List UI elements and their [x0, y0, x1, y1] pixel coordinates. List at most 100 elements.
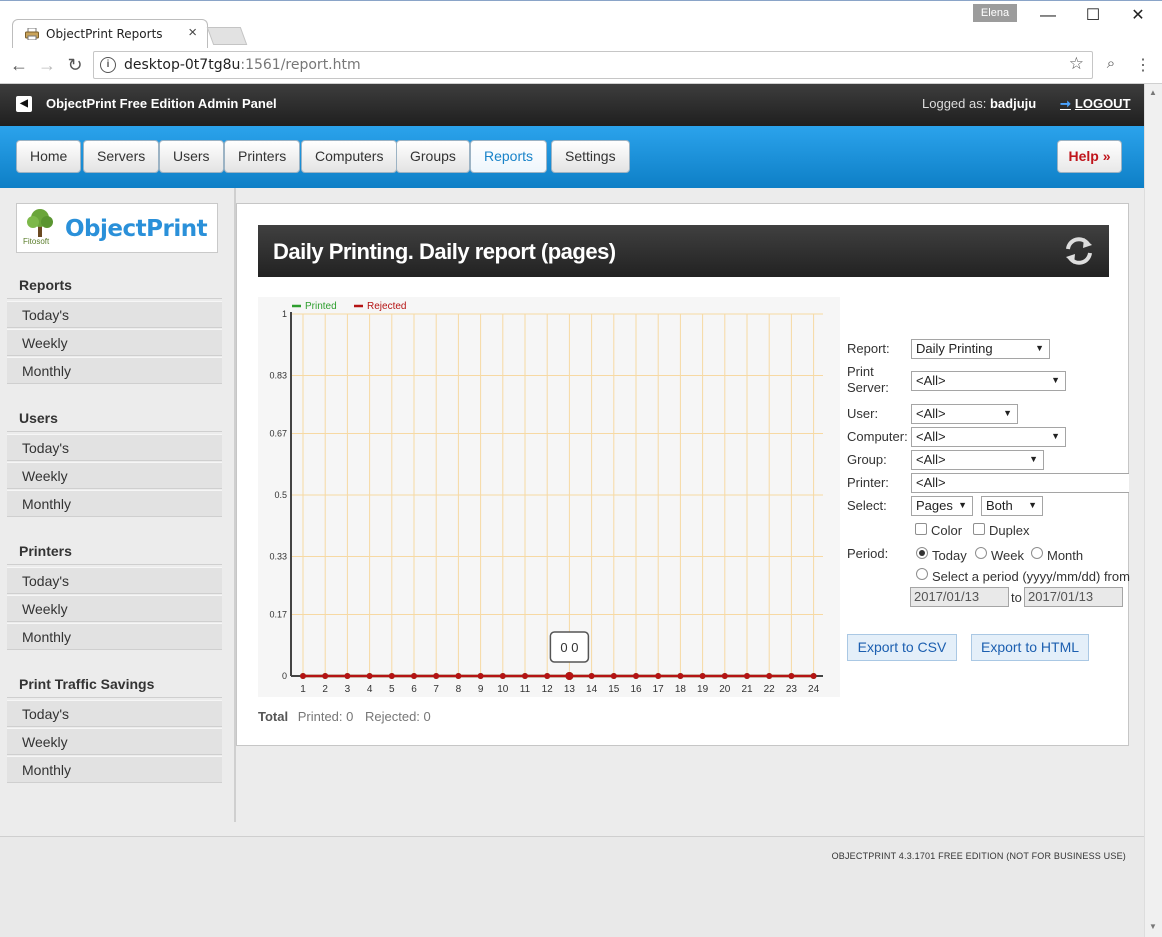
- scroll-down-icon[interactable]: ▼: [1149, 922, 1157, 931]
- bookmark-star-icon[interactable]: ☆: [1069, 54, 1084, 74]
- totals: Total Printed: 0 Rejected: 0: [258, 709, 439, 724]
- nav-home[interactable]: Home: [16, 140, 82, 173]
- date-from-input[interactable]: 2017/01/13: [910, 587, 1009, 607]
- url-path: :1561/report.htm: [240, 57, 361, 73]
- info-icon[interactable]: i: [100, 57, 116, 73]
- duplex-checkbox[interactable]: [973, 523, 985, 535]
- nav-users[interactable]: Users: [159, 140, 224, 173]
- period-custom-radio[interactable]: [916, 568, 928, 580]
- unit-select[interactable]: Pages ▼: [911, 496, 973, 516]
- nav-groups[interactable]: Groups: [396, 140, 470, 173]
- sidebar-printers-monthly[interactable]: Monthly: [7, 623, 222, 650]
- nav-servers[interactable]: Servers: [83, 140, 160, 173]
- dropdown-caret-icon: ▼: [1051, 375, 1060, 385]
- logo-text: ObjectPrint: [65, 216, 208, 242]
- dropdown-caret-icon: ▼: [1035, 343, 1044, 353]
- nav-computers[interactable]: Computers: [301, 140, 398, 173]
- tab-title: ObjectPrint Reports: [46, 27, 163, 41]
- data-point-rejected: [677, 673, 684, 679]
- data-point-rejected: [766, 673, 773, 679]
- data-point-rejected: [544, 673, 551, 679]
- refresh-icon[interactable]: [1063, 235, 1095, 267]
- back-arrow-icon[interactable]: ←: [8, 55, 30, 76]
- divider: [7, 564, 222, 565]
- page-scrollbar[interactable]: ▲ ▼: [1144, 84, 1162, 937]
- report-label: Report:: [847, 341, 890, 356]
- divider: [7, 697, 222, 698]
- section-printers: Printers: [19, 543, 72, 559]
- total-rejected: Rejected: 0: [365, 709, 431, 724]
- sidebar-users-today[interactable]: Today's: [7, 434, 222, 461]
- print-server-select[interactable]: <All> ▼: [911, 371, 1066, 391]
- period-week-radio[interactable]: [975, 547, 987, 559]
- export-html-button[interactable]: Export to HTML: [971, 634, 1089, 661]
- close-window-icon[interactable]: ✕: [1115, 1, 1161, 31]
- printer-select[interactable]: <All>: [911, 473, 1129, 493]
- zoom-search-icon[interactable]: ⌕: [1100, 55, 1122, 72]
- data-point-rejected: [366, 673, 373, 679]
- period-month-radio[interactable]: [1031, 547, 1043, 559]
- minimize-icon[interactable]: —: [1025, 1, 1071, 31]
- user-select[interactable]: <All> ▼: [911, 404, 1018, 424]
- printer-label: Printer:: [847, 475, 889, 490]
- x-tick-label: 15: [608, 684, 620, 695]
- sidebar-reports-monthly[interactable]: Monthly: [7, 357, 222, 384]
- sidebar-savings-monthly[interactable]: Monthly: [7, 756, 222, 783]
- url-host: desktop-0t7tg8u: [124, 57, 241, 73]
- status-select[interactable]: Both ▼: [981, 496, 1043, 516]
- computer-label: Computer:: [847, 429, 908, 444]
- computer-select-value: <All>: [916, 429, 946, 444]
- url-field[interactable]: i desktop-0t7tg8u:1561/report.htm ☆: [93, 51, 1093, 79]
- x-tick-label: 11: [520, 684, 531, 695]
- sidebar-users-weekly[interactable]: Weekly: [7, 462, 222, 489]
- reload-icon[interactable]: ↻: [64, 55, 86, 76]
- user-select-value: <All>: [916, 406, 946, 421]
- new-tab-button[interactable]: [206, 27, 248, 45]
- report-select-value: Daily Printing: [916, 341, 993, 356]
- x-tick-label: 17: [653, 684, 665, 695]
- y-tick-label: 0.83: [269, 371, 287, 381]
- sidebar-savings-weekly[interactable]: Weekly: [7, 728, 222, 755]
- nav-settings[interactable]: Settings: [551, 140, 630, 173]
- sidebar-printers-today[interactable]: Today's: [7, 567, 222, 594]
- logout-link[interactable]: ➞ LOGOUT: [1060, 96, 1131, 112]
- help-button[interactable]: Help »: [1057, 140, 1122, 173]
- status-select-value: Both: [986, 498, 1013, 513]
- sidebar-users-monthly[interactable]: Monthly: [7, 490, 222, 517]
- period-today-radio[interactable]: [916, 547, 928, 559]
- period-custom-label: Select a period (yyyy/mm/dd) from: [932, 569, 1130, 584]
- x-tick-label: 20: [719, 684, 731, 695]
- sidebar: Fitosoft ObjectPrint Reports Today's Wee…: [0, 188, 236, 822]
- nav-printers[interactable]: Printers: [224, 140, 301, 173]
- sidebar-savings-today[interactable]: Today's: [7, 700, 222, 727]
- x-tick-label: 22: [764, 684, 776, 695]
- sidebar-reports-today[interactable]: Today's: [7, 301, 222, 328]
- computer-select[interactable]: <All> ▼: [911, 427, 1066, 447]
- section-reports: Reports: [19, 277, 72, 293]
- total-label: Total: [258, 709, 289, 724]
- profile-badge[interactable]: Elena: [973, 4, 1017, 22]
- sidebar-printers-weekly[interactable]: Weekly: [7, 595, 222, 622]
- y-tick-label: 0.33: [269, 552, 287, 562]
- collapse-back-icon[interactable]: ◀: [16, 96, 32, 112]
- scroll-up-icon[interactable]: ▲: [1149, 88, 1157, 97]
- sidebar-reports-weekly[interactable]: Weekly: [7, 329, 222, 356]
- browser-menu-icon[interactable]: ⋮: [1132, 55, 1154, 75]
- color-checkbox[interactable]: [915, 523, 927, 535]
- user-label: User:: [847, 406, 879, 421]
- x-tick-label: 18: [675, 684, 687, 695]
- maximize-icon[interactable]: ☐: [1070, 1, 1116, 31]
- data-point-rejected: [788, 673, 795, 679]
- export-csv-button[interactable]: Export to CSV: [847, 634, 957, 661]
- data-point-rejected: [721, 673, 728, 679]
- tab-close-icon[interactable]: ×: [188, 24, 197, 41]
- x-tick-label: 13: [564, 684, 576, 695]
- date-to-input[interactable]: 2017/01/13: [1024, 587, 1123, 607]
- group-select[interactable]: <All> ▼: [911, 450, 1044, 470]
- browser-tab[interactable]: ObjectPrint Reports ×: [12, 19, 208, 49]
- period-label: Period:: [847, 546, 889, 561]
- report-select[interactable]: Daily Printing ▼: [911, 339, 1050, 359]
- data-point-rejected: [655, 673, 662, 679]
- nav-reports[interactable]: Reports: [470, 140, 548, 173]
- forward-arrow-icon[interactable]: →: [36, 55, 58, 76]
